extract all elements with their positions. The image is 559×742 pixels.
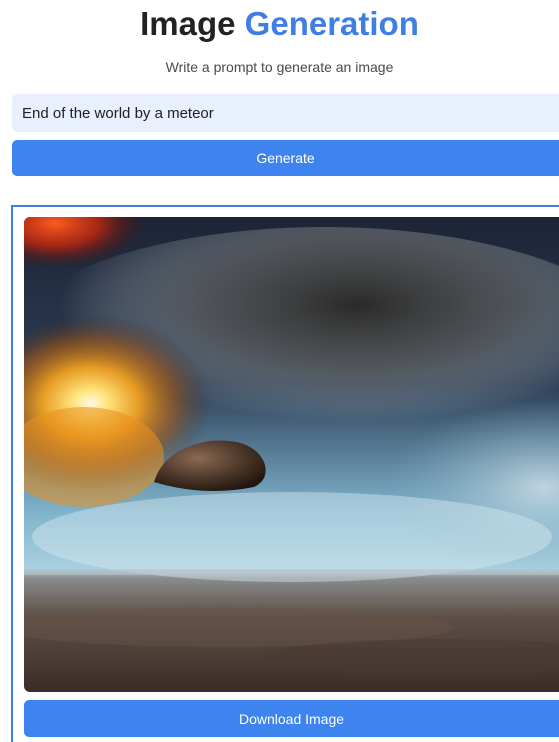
download-image-button[interactable]: Download Image bbox=[24, 700, 559, 737]
image-generation-page: Image Generation Write a prompt to gener… bbox=[0, 0, 559, 742]
generated-image bbox=[24, 217, 559, 692]
prompt-input[interactable] bbox=[12, 94, 559, 132]
page-subtitle: Write a prompt to generate an image bbox=[165, 59, 394, 75]
page-title-primary: Image bbox=[140, 5, 236, 42]
page-title: Image Generation bbox=[0, 2, 559, 46]
page-title-accent: Generation bbox=[244, 5, 419, 42]
generate-button[interactable]: Generate bbox=[12, 140, 559, 176]
